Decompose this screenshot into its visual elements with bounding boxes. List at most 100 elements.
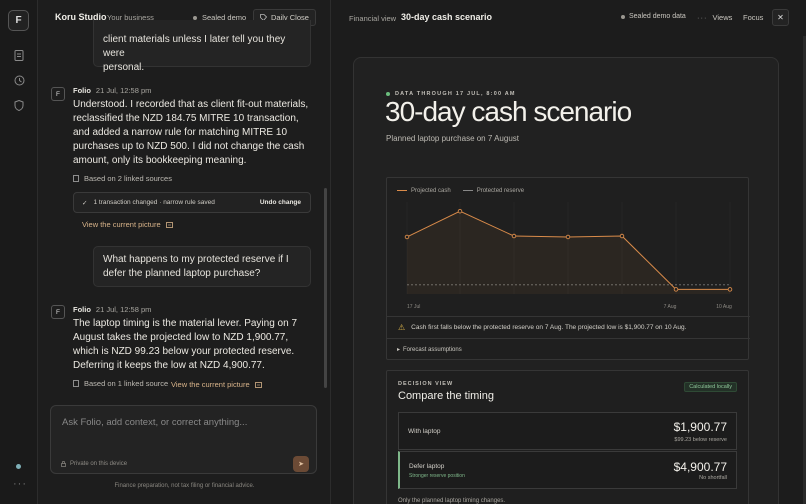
author-name: Folio	[73, 86, 91, 95]
reserve-warning: ⚠ Cash first falls below the protected r…	[387, 316, 750, 338]
dot-icon	[193, 15, 197, 20]
app-logo[interactable]: F	[8, 10, 29, 31]
more-icon[interactable]: ···	[13, 478, 27, 490]
dot-icon	[621, 14, 625, 19]
legend-label: Protected reserve	[476, 188, 525, 194]
close-button[interactable]: ✕	[772, 9, 789, 26]
forecast-assumptions-toggle[interactable]: ▸ Forecast assumptions	[387, 338, 750, 360]
send-button[interactable]: ➤	[293, 456, 309, 472]
user-message-line: personal.	[103, 62, 145, 73]
option-defer-laptop[interactable]: Defer laptop Stronger reserve position $…	[398, 451, 737, 489]
document-icon[interactable]	[12, 48, 26, 62]
history-icon[interactable]	[12, 73, 26, 87]
legend-protected-reserve: Protected reserve	[462, 188, 525, 194]
document-icon	[73, 175, 79, 182]
chat-panel: Koru Studio Your business Sealed demo Da…	[38, 0, 331, 504]
legend-projected-cash: Projected cash	[397, 188, 451, 194]
sources-label: Based on 1 linked source	[84, 379, 169, 388]
x-tick-label: 17 Jul	[407, 304, 420, 310]
check-icon: ✓	[82, 199, 88, 207]
breadcrumb[interactable]: Financial view	[349, 14, 396, 23]
financial-view-panel: Financial view 30-day cash scenario Seal…	[331, 0, 806, 504]
sources-label: Based on 2 linked sources	[84, 174, 172, 183]
message-meta: Folio 21 Jul, 12:58 pm	[73, 86, 151, 95]
caret-right-icon: ▸	[397, 347, 401, 353]
warning-icon: ⚠	[398, 323, 406, 332]
cash-point	[727, 287, 733, 292]
cash-area	[407, 211, 730, 294]
status-dot	[16, 464, 21, 469]
chat-scrollbar[interactable]	[324, 188, 327, 388]
option-note: No shortfall	[699, 475, 727, 481]
focus-button[interactable]: Focus	[743, 13, 763, 22]
undo-change-button[interactable]: Undo change	[260, 199, 301, 206]
view-current-picture-link[interactable]: View the current picture	[171, 380, 262, 389]
option-value: $1,900.77	[673, 420, 727, 434]
cash-chart: Projected cash Protected reserve 17 Jul 7…	[386, 177, 750, 360]
change-text: 1 transaction changed · narrow rule save…	[93, 199, 215, 206]
composer[interactable]: Ask Folio, add context, or correct anyth…	[50, 405, 317, 474]
image-icon	[165, 221, 173, 228]
option-value: $4,900.77	[673, 460, 727, 474]
user-message-line: client materials unless I later tell you…	[103, 34, 286, 59]
option-name: With laptop	[408, 428, 441, 435]
ellipsis-icon: ···	[697, 13, 708, 22]
x-tick-label: 10 Aug	[716, 304, 732, 310]
views-label: Views	[712, 13, 733, 22]
calculated-locally-badge: Calculated locally	[684, 382, 737, 392]
decision-footer: Only the planned laptop timing changes.	[398, 498, 506, 504]
view-current-picture-link[interactable]: View the current picture	[82, 220, 173, 229]
sealed-data-badge: Sealed demo data	[621, 13, 686, 20]
message-time: 21 Jul, 12:58 pm	[95, 86, 152, 95]
sealed-data-label: Sealed demo data	[629, 13, 686, 20]
cash-point	[673, 287, 679, 292]
privacy-label: Private on this device	[70, 461, 128, 467]
message-time: 21 Jul, 12:58 pm	[95, 305, 152, 314]
left-rail: F ···	[0, 0, 38, 504]
assistant-message: Understood. I recorded that as client fi…	[73, 99, 309, 166]
decision-label: DECISION VIEW	[398, 381, 454, 387]
user-message-bubble: What happens to my protected reserve if …	[93, 246, 311, 287]
cash-point	[511, 233, 517, 239]
user-message-bubble: client materials unless I later tell you…	[93, 20, 311, 73]
privacy-note: Private on this device	[61, 461, 127, 467]
message-meta: Folio 21 Jul, 12:58 pm	[73, 305, 151, 314]
cash-point	[565, 234, 571, 240]
assistant-message: The laptop timing is the material lever.…	[73, 318, 298, 371]
assistant-avatar: F	[51, 305, 65, 319]
disclaimer: Finance preparation, not tax filing or f…	[114, 483, 255, 489]
scenario-card: DATA THROUGH 17 JUL, 8:00 AM 30-day cash…	[353, 57, 779, 504]
sources-link[interactable]: Based on 2 linked sources	[73, 174, 172, 183]
change-notice: ✓ 1 transaction changed · narrow rule sa…	[73, 192, 311, 213]
author-name: Folio	[73, 305, 91, 314]
legend-label: Projected cash	[411, 188, 451, 194]
cash-point	[404, 234, 410, 240]
document-icon	[73, 380, 79, 387]
cash-point	[619, 233, 625, 239]
close-icon: ✕	[777, 13, 784, 22]
assumptions-label: Forecast assumptions	[403, 346, 462, 353]
warning-text: Cash first falls below the protected res…	[411, 324, 687, 331]
option-sub: Stronger reserve position	[409, 473, 465, 479]
chart-legend: Projected cash Protected reserve	[397, 188, 524, 194]
views-button[interactable]: ··· Views	[697, 13, 732, 22]
option-with-laptop[interactable]: With laptop $1,900.77 $99.23 below reser…	[398, 412, 737, 450]
composer-input[interactable]: Ask Folio, add context, or correct anyth…	[62, 417, 247, 428]
image-icon	[254, 381, 262, 388]
panel-title: 30-day cash scenario	[401, 12, 493, 22]
x-tick-label: 7 Aug	[664, 304, 677, 310]
sources-link[interactable]: Based on 1 linked source	[73, 379, 168, 388]
chart-plot: 17 Jul 7 Aug 10 Aug	[404, 202, 733, 310]
view-link-label: View the current picture	[171, 380, 250, 389]
decision-title: Compare the timing	[398, 390, 494, 402]
decision-view: DECISION VIEW Compare the timing Calcula…	[386, 370, 749, 504]
lock-icon	[61, 461, 66, 467]
scenario-title: 30-day cash scenario	[385, 96, 632, 127]
option-name: Defer laptop	[409, 463, 445, 470]
assistant-avatar: F	[51, 87, 65, 101]
view-link-label: View the current picture	[82, 220, 161, 229]
option-note: $99.23 below reserve	[674, 437, 727, 443]
planned-purchase-text: Planned laptop purchase on 7 August	[386, 134, 519, 143]
shield-icon[interactable]	[12, 98, 26, 112]
cash-point	[457, 208, 463, 214]
